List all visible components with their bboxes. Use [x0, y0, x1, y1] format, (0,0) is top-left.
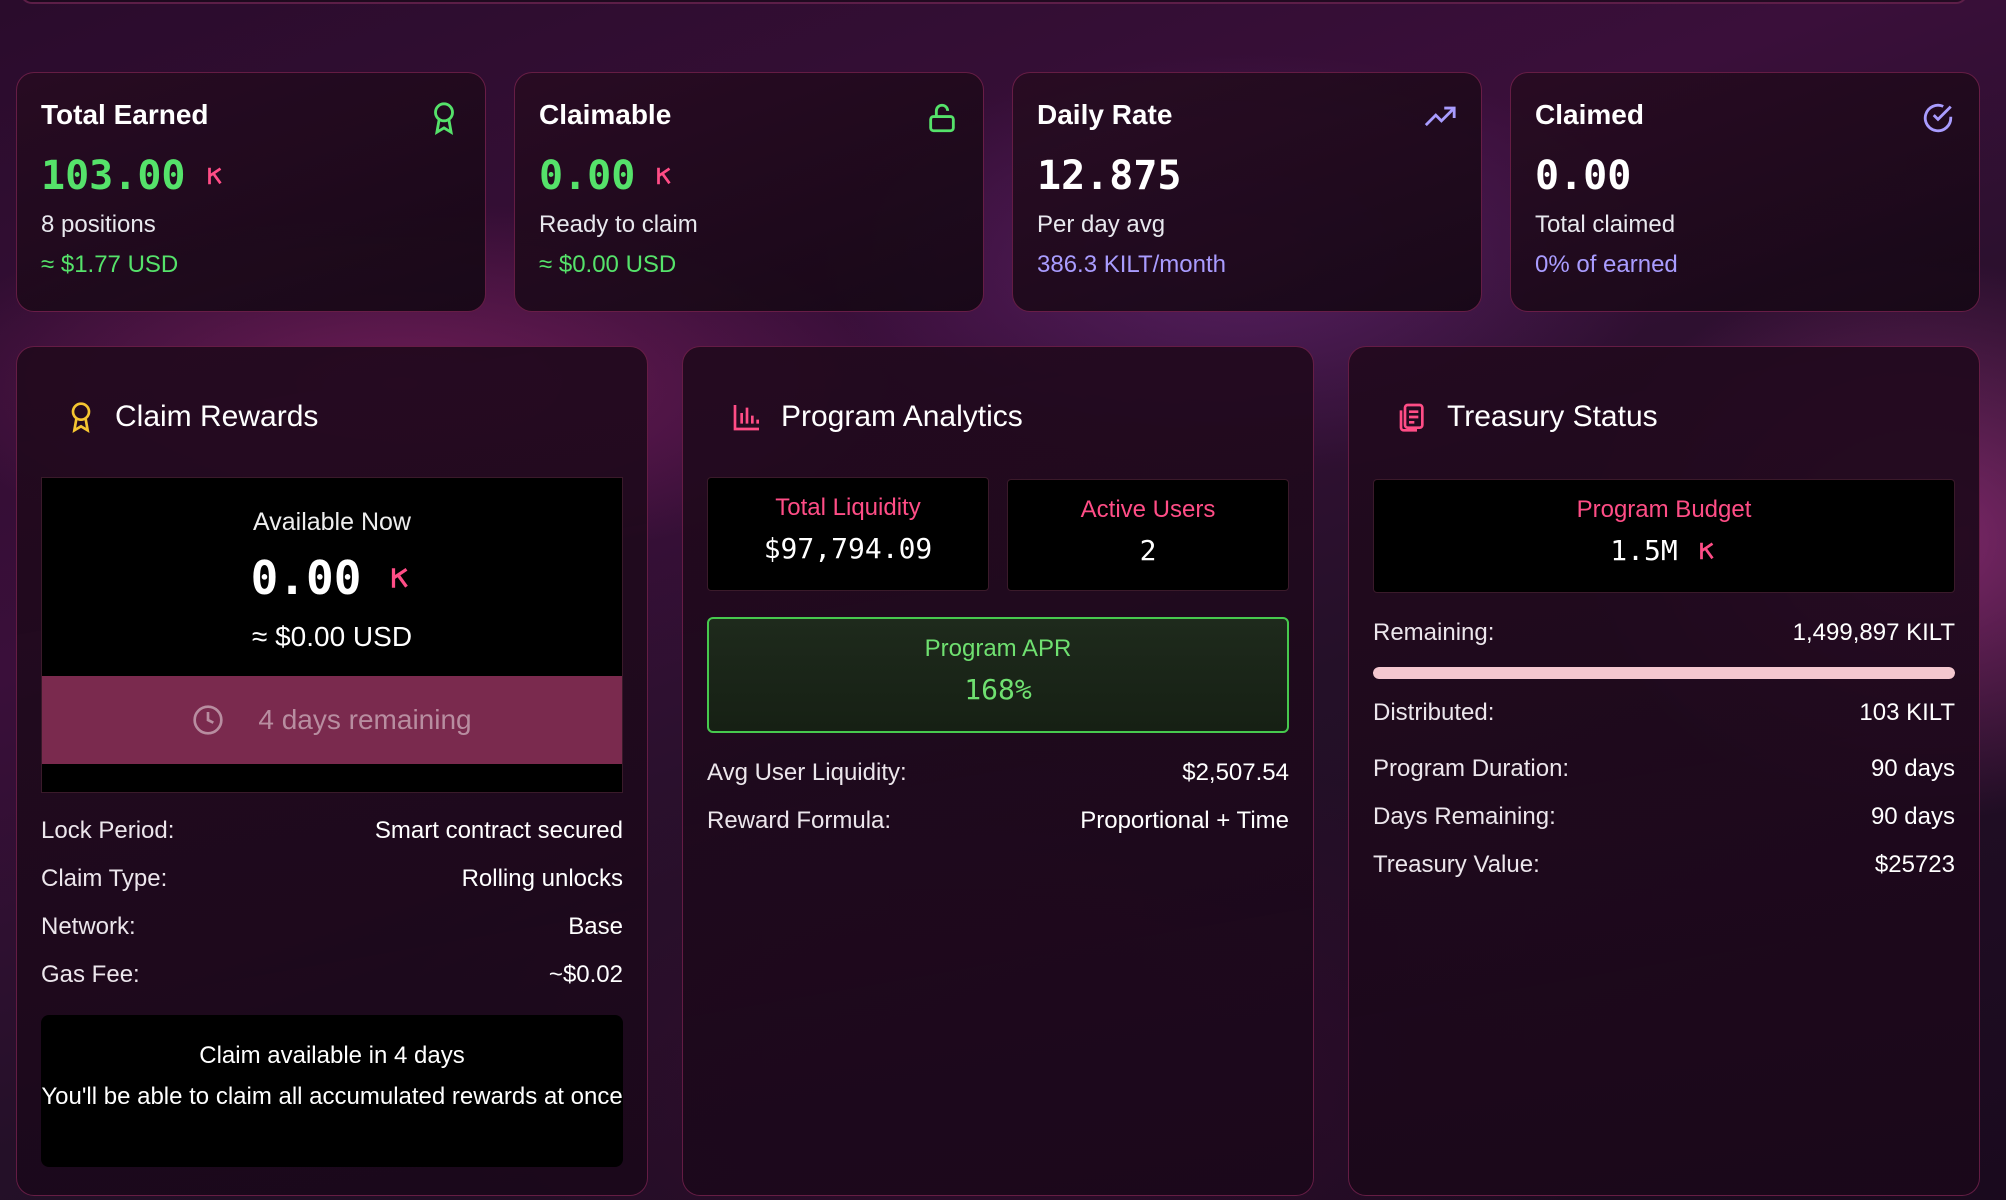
stat-subtitle: Per day avg [1037, 211, 1166, 238]
metric-value: $97,794.09 [763, 532, 933, 565]
available-value: 0.00 [42, 551, 622, 605]
note-title: Claim available in 4 days [199, 1042, 465, 1069]
metric-label: Total Liquidity [775, 494, 921, 521]
metric-value: 1.5M [1374, 534, 1954, 567]
stat-value: 0.00 [539, 153, 959, 199]
clock-icon [193, 705, 224, 735]
info-row-distributed: Distributed: 103 KILT [1373, 699, 1955, 726]
claim-note: Claim available in 4 days You'll be able… [41, 1015, 623, 1167]
stat-card-claimed: Claimed 0.00 Total claimed 0% of earned [1510, 72, 1980, 312]
info-row-gas-fee: Gas Fee: ~$0.02 [41, 961, 623, 988]
info-row-program-duration: Program Duration: 90 days [1373, 755, 1955, 782]
info-row-treasury-value: Treasury Value: $25723 [1373, 851, 1955, 878]
lock-countdown-text: 4 days remaining [258, 704, 472, 735]
stat-title: Daily Rate [1037, 99, 1173, 130]
stat-title: Claimed [1535, 99, 1644, 130]
info-row-avg-user-liquidity: Avg User Liquidity: $2,507.54 [707, 759, 1289, 786]
stat-subtitle: 8 positions [41, 211, 156, 238]
stat-secondary: 0% of earned [1535, 251, 1678, 278]
stat-secondary: ≈ $1.77 USD [41, 251, 179, 278]
stat-subtitle: Ready to claim [539, 211, 698, 238]
stat-value: 0.00 [1535, 153, 1632, 199]
apr-label: Program APR [924, 635, 1072, 662]
trending-up-icon [1424, 106, 1456, 127]
metric-label: Program Budget [1576, 496, 1752, 523]
available-now-box: Available Now 0.00 ≈ $0.00 USD 4 days re… [41, 477, 623, 793]
info-row-reward-formula: Reward Formula: Proportional + Time [707, 807, 1289, 834]
bar-chart-icon [733, 405, 759, 431]
available-label: Available Now [253, 508, 411, 536]
stat-title: Claimable [539, 99, 672, 130]
stat-value: 103.00 [41, 153, 461, 199]
program-budget-box: Program Budget 1.5M [1373, 479, 1955, 593]
stat-title: Total Earned [41, 99, 209, 130]
stat-value: 12.875 [1037, 153, 1182, 199]
kilt-logo-icon [1699, 542, 1714, 559]
check-circle-icon [1923, 103, 1953, 133]
remaining-progress-bar [1373, 667, 1955, 679]
document-stack-icon [1399, 403, 1424, 432]
kilt-logo-icon [207, 167, 222, 185]
treasury-status-panel: Treasury Status Program Budget 1.5M Rema… [1348, 346, 1980, 1196]
award-icon [71, 402, 91, 433]
top-header-bar [20, 0, 1968, 4]
panel-title: Program Analytics [781, 400, 1023, 433]
note-body: You'll be able to claim all accumulated … [41, 1083, 623, 1110]
stat-card-total-earned: Total Earned 103.00 8 positions ≈ $1.77 … [16, 72, 486, 312]
panel-title: Claim Rewards [115, 400, 319, 433]
info-row-claim-type: Claim Type: Rolling unlocks [41, 865, 623, 892]
active-users-box: Active Users 2 [1007, 479, 1289, 591]
metric-label: Active Users [1080, 496, 1216, 523]
stat-secondary: ≈ $0.00 USD [539, 251, 677, 278]
info-row-days-remaining: Days Remaining: 90 days [1373, 803, 1955, 830]
program-analytics-panel: Program Analytics Total Liquidity $97,79… [682, 346, 1314, 1196]
stat-secondary: 386.3 KILT/month [1037, 251, 1226, 278]
unlock-icon [929, 103, 955, 133]
kilt-logo-icon [657, 167, 671, 185]
metric-value: 2 [1139, 534, 1157, 567]
award-icon [434, 102, 454, 135]
stat-subtitle: Total claimed [1535, 211, 1676, 238]
kilt-logo-icon [392, 567, 409, 588]
claim-button-locked[interactable]: 4 days remaining [42, 676, 622, 764]
apr-value: 168% [964, 673, 1032, 706]
program-apr-box: Program APR 168% [707, 617, 1289, 733]
info-row-remaining: Remaining: 1,499,897 KILT [1373, 619, 1955, 646]
info-row-network: Network: Base [41, 913, 623, 940]
claim-rewards-panel: Claim Rewards Available Now 0.00 ≈ $0.00… [16, 346, 648, 1196]
panel-header: Claim Rewards [41, 347, 623, 487]
stat-card-claimable: Claimable 0.00 Ready to claim ≈ $0.00 US… [514, 72, 984, 312]
info-row-lock-period: Lock Period: Smart contract secured [41, 817, 623, 844]
panel-header: Program Analytics [707, 347, 1289, 487]
available-usd: ≈ $0.00 USD [251, 621, 413, 652]
total-liquidity-box: Total Liquidity $97,794.09 [707, 477, 989, 591]
panel-header: Treasury Status [1373, 347, 1955, 487]
stat-card-daily-rate: Daily Rate 12.875 Per day avg 386.3 KILT… [1012, 72, 1482, 312]
panel-title: Treasury Status [1447, 400, 1658, 433]
remaining-progress-fill [1373, 667, 1955, 679]
